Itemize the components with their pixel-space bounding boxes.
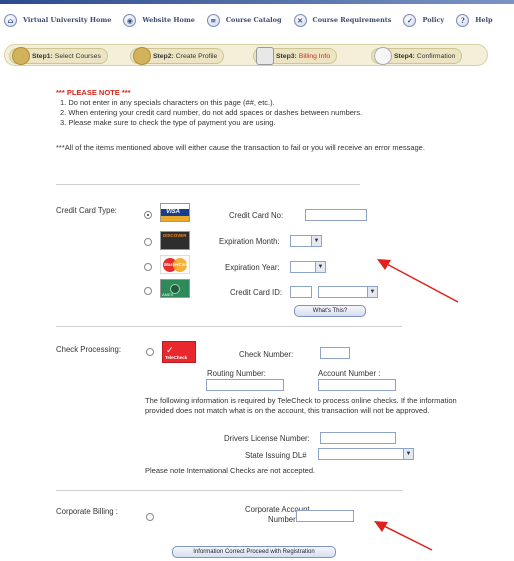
annotation-arrows [374,259,459,551]
annotation-arrow-lower [379,523,433,551]
annotation-arrow-upper [382,261,459,303]
